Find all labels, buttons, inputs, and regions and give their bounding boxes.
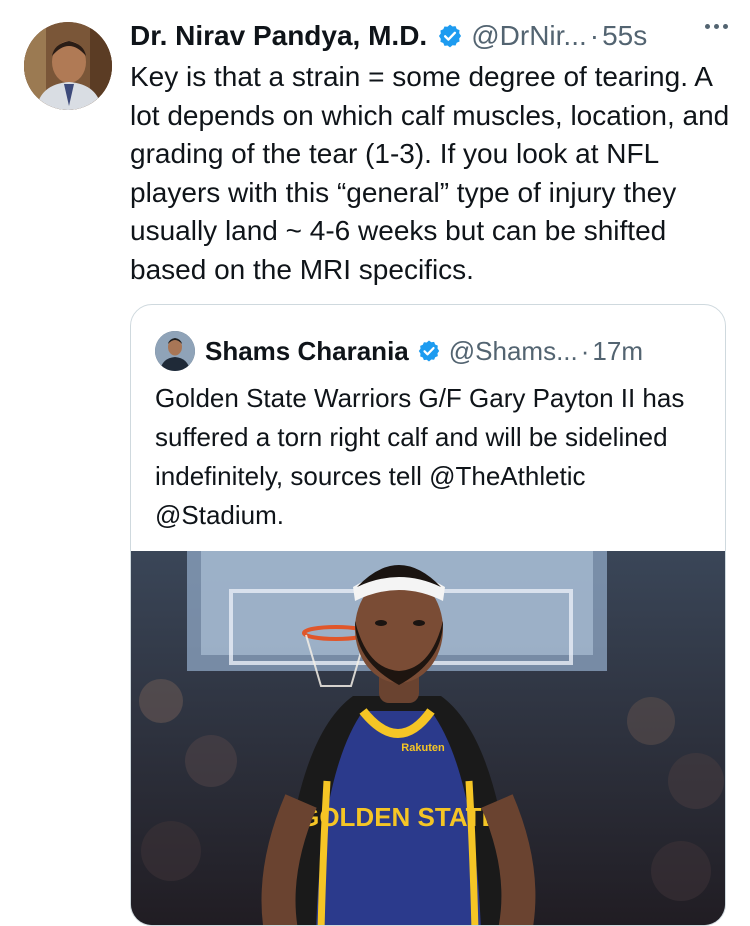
verified-badge-icon <box>417 339 441 363</box>
author-handle[interactable]: @DrNir... <box>471 16 587 56</box>
quoted-author-avatar[interactable] <box>155 331 195 371</box>
quoted-tweet-header: Shams Charania @Shams... · 17m <box>205 331 643 371</box>
quoted-header-separator: · <box>580 335 590 366</box>
more-dot <box>723 24 728 29</box>
more-dot <box>705 24 710 29</box>
tweet-header: Dr. Nirav Pandya, M.D. @DrNir... · 55s <box>130 16 647 56</box>
author-avatar[interactable] <box>24 22 112 110</box>
sponsor-logo-text: Rakuten <box>401 742 445 754</box>
quoted-tweet-photo[interactable]: GOLDEN STATE Rakuten <box>131 551 725 925</box>
author-name[interactable]: Dr. Nirav Pandya, M.D. <box>130 16 427 56</box>
quoted-author-name[interactable]: Shams Charania <box>205 336 409 367</box>
verified-badge-icon <box>437 23 463 49</box>
more-dot <box>714 24 719 29</box>
quoted-tweet-text: Golden State Warriors G/F Gary Payton II… <box>155 383 685 530</box>
header-separator: · <box>589 20 600 51</box>
quoted-author-handle[interactable]: @Shams... <box>449 336 578 367</box>
tweet[interactable]: Dr. Nirav Pandya, M.D. @DrNir... · 55s K… <box>0 0 750 926</box>
quoted-tweet[interactable]: Shams Charania @Shams... · 17m Golden St… <box>130 304 726 926</box>
tweet-text: Key is that a strain = some degree of te… <box>130 61 730 285</box>
jersey-text: GOLDEN STATE <box>299 802 499 832</box>
more-options-icon[interactable] <box>705 24 728 29</box>
quoted-tweet-timestamp[interactable]: 17m <box>592 336 643 367</box>
tweet-timestamp[interactable]: 55s <box>602 16 647 56</box>
